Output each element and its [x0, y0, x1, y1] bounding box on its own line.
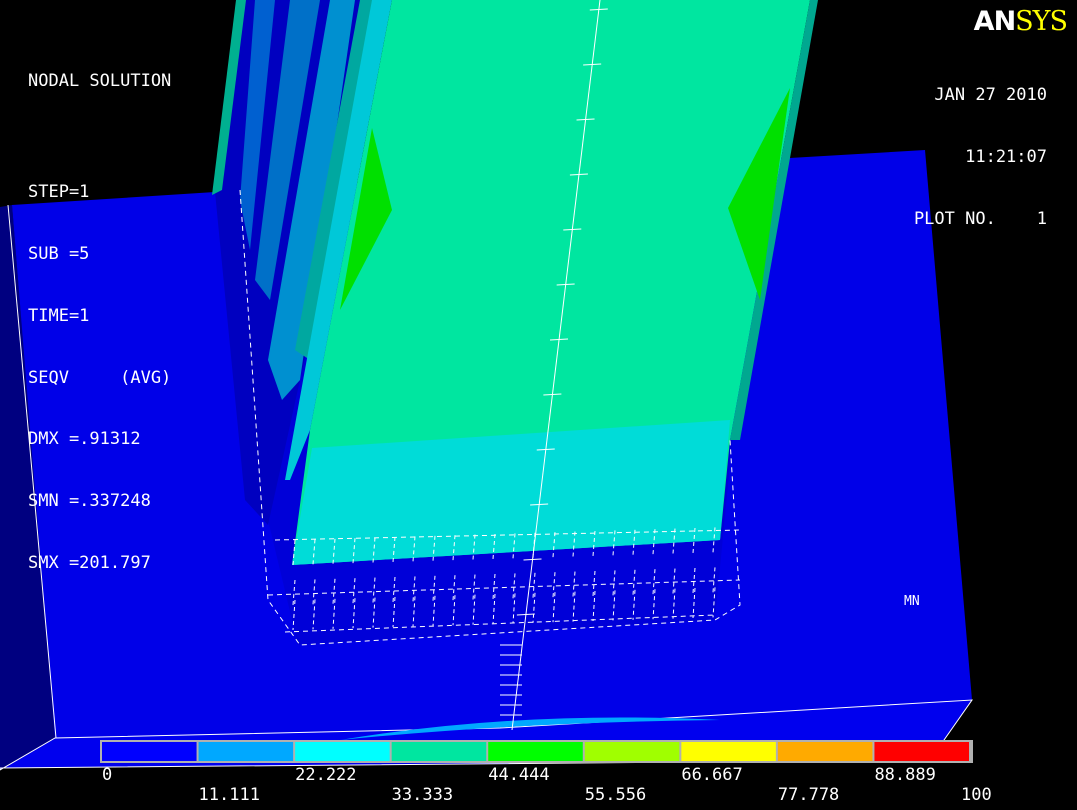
ansys-logo: ANSYS — [973, 6, 1068, 37]
solution-title: NODAL SOLUTION — [28, 71, 172, 92]
plot-stamp: JAN 27 2010 11:21:07 PLOT NO. 1 — [914, 44, 1047, 250]
smn-label: SMN =.337248 — [28, 491, 151, 512]
legend-label-bottom: 55.556 — [584, 785, 647, 805]
legend-label-bottom: 33.333 — [391, 785, 454, 805]
seqv-label: SEQV (AVG) — [28, 367, 172, 388]
contour-legend-bar — [100, 740, 973, 763]
legend-swatch — [488, 742, 583, 761]
dmx-label: DMX =.91312 — [28, 429, 141, 450]
step-label: STEP=1 — [28, 182, 90, 203]
legend-swatch — [874, 742, 969, 761]
plot-date: JAN 27 2010 — [934, 85, 1047, 106]
legend-label-top: 0 — [102, 765, 113, 785]
legend-label-bottom: 11.111 — [198, 785, 260, 805]
legend-label-bottom: 77.778 — [777, 785, 840, 805]
legend-label-top: 88.889 — [874, 765, 936, 785]
min-marker: MN — [904, 594, 920, 609]
legend-swatch — [198, 742, 294, 761]
legend-swatch — [777, 742, 873, 761]
legend-label-top: 66.667 — [681, 765, 743, 785]
sub-label: SUB =5 — [28, 243, 90, 264]
legend-swatch — [681, 742, 776, 761]
legend-label-top: 44.444 — [488, 765, 550, 785]
legend-label-bottom: 100 — [961, 785, 992, 805]
legend-swatch — [102, 742, 197, 761]
solution-info-panel: NODAL SOLUTION STEP=1 SUB =5 TIME=1 SEQV… — [28, 30, 171, 594]
plot-time: 11:21:07 — [965, 146, 1047, 167]
plot-number: PLOT NO. 1 — [913, 208, 1047, 229]
legend-swatch — [391, 742, 487, 761]
smx-label: SMX =201.797 — [28, 552, 151, 573]
legend-swatch — [295, 742, 390, 761]
legend-swatch — [584, 742, 680, 761]
legend-label-top: 22.222 — [295, 765, 357, 785]
time-label: TIME=1 — [28, 305, 90, 326]
